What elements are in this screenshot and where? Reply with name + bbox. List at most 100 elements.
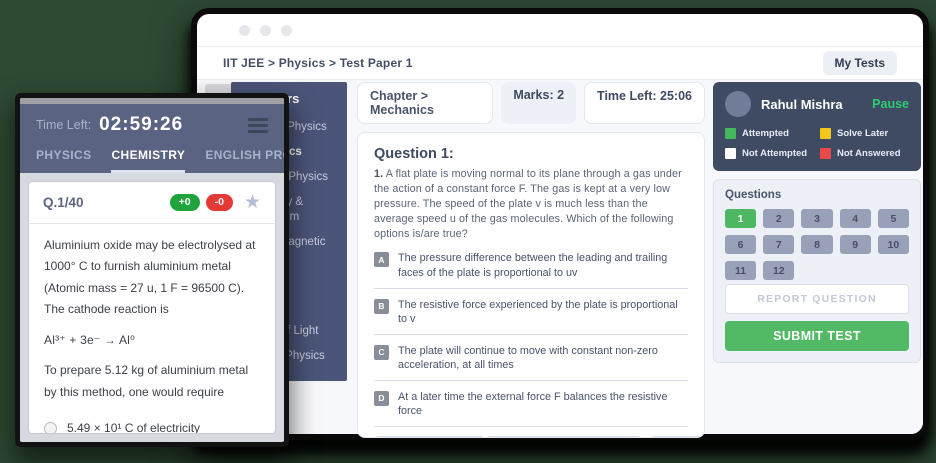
option-a-letter: A — [374, 252, 389, 267]
bookmark-star-icon[interactable]: ★ — [244, 193, 261, 212]
report-question-button[interactable]: REPORT QUESTION — [725, 284, 909, 314]
phone-header: Time Left: 02:59:26 PHYSICS CHEMISTRY EN… — [20, 104, 284, 173]
question-cell-3[interactable]: 3 — [801, 209, 832, 228]
option-c-text: The plate will continue to move with con… — [398, 344, 688, 373]
question-cell-1[interactable]: 1 — [725, 209, 756, 228]
question-cell-8[interactable]: 8 — [801, 235, 832, 254]
question-cell-4[interactable]: 4 — [840, 209, 871, 228]
phone-question-card: Q.1/40 +0 -0 ★ Aluminium oxide may be el… — [28, 181, 276, 435]
question-cell-10[interactable]: 10 — [878, 235, 909, 254]
phone-timer-row: Time Left: 02:59:26 — [36, 114, 268, 137]
option-d-text: At a later time the external force F bal… — [398, 390, 688, 419]
user-row: Rahul Mishra Pause — [725, 91, 909, 117]
tab-chemistry[interactable]: CHEMISTRY — [111, 148, 185, 173]
phone-option-1-text: 5.49 × 10¹ C of electricity — [67, 418, 200, 434]
submit-test-button[interactable]: SUBMIT TEST — [725, 321, 909, 351]
window-maximize-button[interactable] — [281, 25, 292, 36]
radio-button-1[interactable] — [44, 422, 57, 434]
right-panel: Rahul Mishra Pause Attempted Solve Later… — [713, 82, 921, 363]
positive-marks-badge: +0 — [170, 194, 200, 211]
cathode-reaction-formula: Al³⁺ + 3e⁻ → Al⁰ — [44, 330, 260, 352]
question-number-grid: 1 2 3 4 5 6 7 8 9 10 11 12 — [725, 209, 909, 280]
clear-response-button[interactable]: Clear Response — [374, 436, 485, 438]
save-next-button[interactable]: Save & Next — [650, 436, 705, 438]
phone-question-text-1: Aluminium oxide may be electrolysed at 1… — [44, 235, 260, 321]
question-cell-12[interactable]: 12 — [763, 261, 794, 280]
question-cell-7[interactable]: 7 — [763, 235, 794, 254]
option-d-letter: D — [374, 391, 389, 406]
option-b-text: The resistive force experienced by the p… — [398, 298, 688, 327]
status-legend: Attempted Solve Later Not Attempted Not … — [725, 128, 909, 159]
attempted-label: Attempted — [742, 128, 789, 139]
main-content: Chapters General Physics Mechanics Therm… — [197, 80, 923, 434]
question-text: 1. A flat plate is moving normal to its … — [374, 167, 688, 241]
solve-later-swatch — [820, 128, 831, 139]
question-heading: Question 1: — [374, 146, 688, 162]
question-card: Question 1: 1. A flat plate is moving no… — [357, 132, 705, 438]
questions-panel-title: Questions — [725, 189, 909, 201]
breadcrumb[interactable]: IIT JEE > Physics > Test Paper 1 — [223, 56, 413, 70]
question-column: Chapter > Mechanics Marks: 2 Time Left: … — [357, 82, 705, 438]
mobile-test-panel: Time Left: 02:59:26 PHYSICS CHEMISTRY EN… — [20, 98, 284, 442]
question-cell-9[interactable]: 9 — [840, 235, 871, 254]
option-b[interactable]: B The resistive force experienced by the… — [374, 298, 688, 335]
question-cell-5[interactable]: 5 — [878, 209, 909, 228]
window-titlebar — [197, 14, 923, 47]
marks-badge: Marks: 2 — [501, 82, 576, 124]
avatar — [725, 91, 751, 117]
desktop-window: IIT JEE > Physics > Test Paper 1 My Test… — [197, 14, 923, 434]
phone-body: Q.1/40 +0 -0 ★ Aluminium oxide may be el… — [20, 173, 284, 443]
question-number-prefix: 1. — [374, 168, 383, 180]
options-list: A The pressure difference between the le… — [374, 251, 688, 427]
question-cell-11[interactable]: 11 — [725, 261, 756, 280]
my-tests-button[interactable]: My Tests — [823, 51, 897, 75]
question-counter: Q.1/40 — [43, 195, 84, 210]
breadcrumb-bar: IIT JEE > Physics > Test Paper 1 My Test… — [197, 47, 923, 80]
legend-not-attempted: Not Attempted — [725, 148, 814, 159]
negative-marks-badge: -0 — [206, 194, 233, 211]
phone-question-content: Aluminium oxide may be electrolysed at 1… — [29, 224, 275, 435]
not-attempted-swatch — [725, 148, 736, 159]
pause-button[interactable]: Pause — [872, 97, 909, 111]
tab-physics[interactable]: PHYSICS — [36, 148, 91, 173]
not-answered-label: Not Answered — [837, 148, 901, 159]
attempted-swatch — [725, 128, 736, 139]
option-c-letter: C — [374, 345, 389, 360]
legend-solve-later: Solve Later — [820, 128, 909, 139]
questions-panel: Questions 1 2 3 4 5 6 7 8 9 10 11 12 REP… — [713, 179, 921, 363]
user-card: Rahul Mishra Pause Attempted Solve Later… — [713, 82, 921, 171]
question-cell-2[interactable]: 2 — [763, 209, 794, 228]
solve-later-label: Solve Later — [837, 128, 888, 139]
legend-attempted: Attempted — [725, 128, 814, 139]
not-answered-swatch — [820, 148, 831, 159]
option-a-text: The pressure difference between the lead… — [398, 251, 688, 280]
not-attempted-label: Not Attempted — [742, 148, 807, 159]
option-b-letter: B — [374, 299, 389, 314]
question-footer: Clear Response Solve this question later… — [374, 436, 688, 438]
window-controls — [239, 25, 292, 36]
subject-tabs: PHYSICS CHEMISTRY ENGLISH PROFICIENCY — [36, 148, 268, 173]
footer-right-group: Solve this question later Save & Next — [485, 436, 705, 438]
option-c[interactable]: C The plate will continue to move with c… — [374, 344, 688, 381]
option-a[interactable]: A The pressure difference between the le… — [374, 251, 688, 288]
hamburger-menu-icon[interactable] — [248, 114, 268, 137]
time-left-label: Time Left: — [36, 118, 91, 132]
phone-question-text-2: To prepare 5.12 kg of aluminium metal by… — [44, 360, 260, 403]
time-left-badge: Time Left: 25:06 — [584, 82, 705, 124]
question-body: A flat plate is moving normal to its pla… — [374, 168, 682, 240]
time-left-value: 02:59:26 — [99, 114, 183, 136]
question-topbar: Chapter > Mechanics Marks: 2 Time Left: … — [357, 82, 705, 124]
phone-question-header: Q.1/40 +0 -0 ★ — [29, 182, 275, 224]
phone-option-1[interactable]: 5.49 × 10¹ C of electricity — [44, 418, 260, 434]
option-d[interactable]: D At a later time the external force F b… — [374, 390, 688, 427]
legend-not-answered: Not Answered — [820, 148, 909, 159]
marks-badges: +0 -0 ★ — [170, 193, 261, 212]
solve-later-button[interactable]: Solve this question later — [485, 436, 642, 438]
chapter-breadcrumb: Chapter > Mechanics — [357, 82, 493, 124]
window-close-button[interactable] — [239, 25, 250, 36]
window-minimize-button[interactable] — [260, 25, 271, 36]
phone-options-list: 5.49 × 10¹ C of electricity 5.49 × 10⁴ C… — [44, 418, 260, 434]
tab-english-proficiency[interactable]: ENGLISH PROFICIENCY — [205, 148, 284, 173]
user-name: Rahul Mishra — [761, 97, 843, 112]
question-cell-6[interactable]: 6 — [725, 235, 756, 254]
